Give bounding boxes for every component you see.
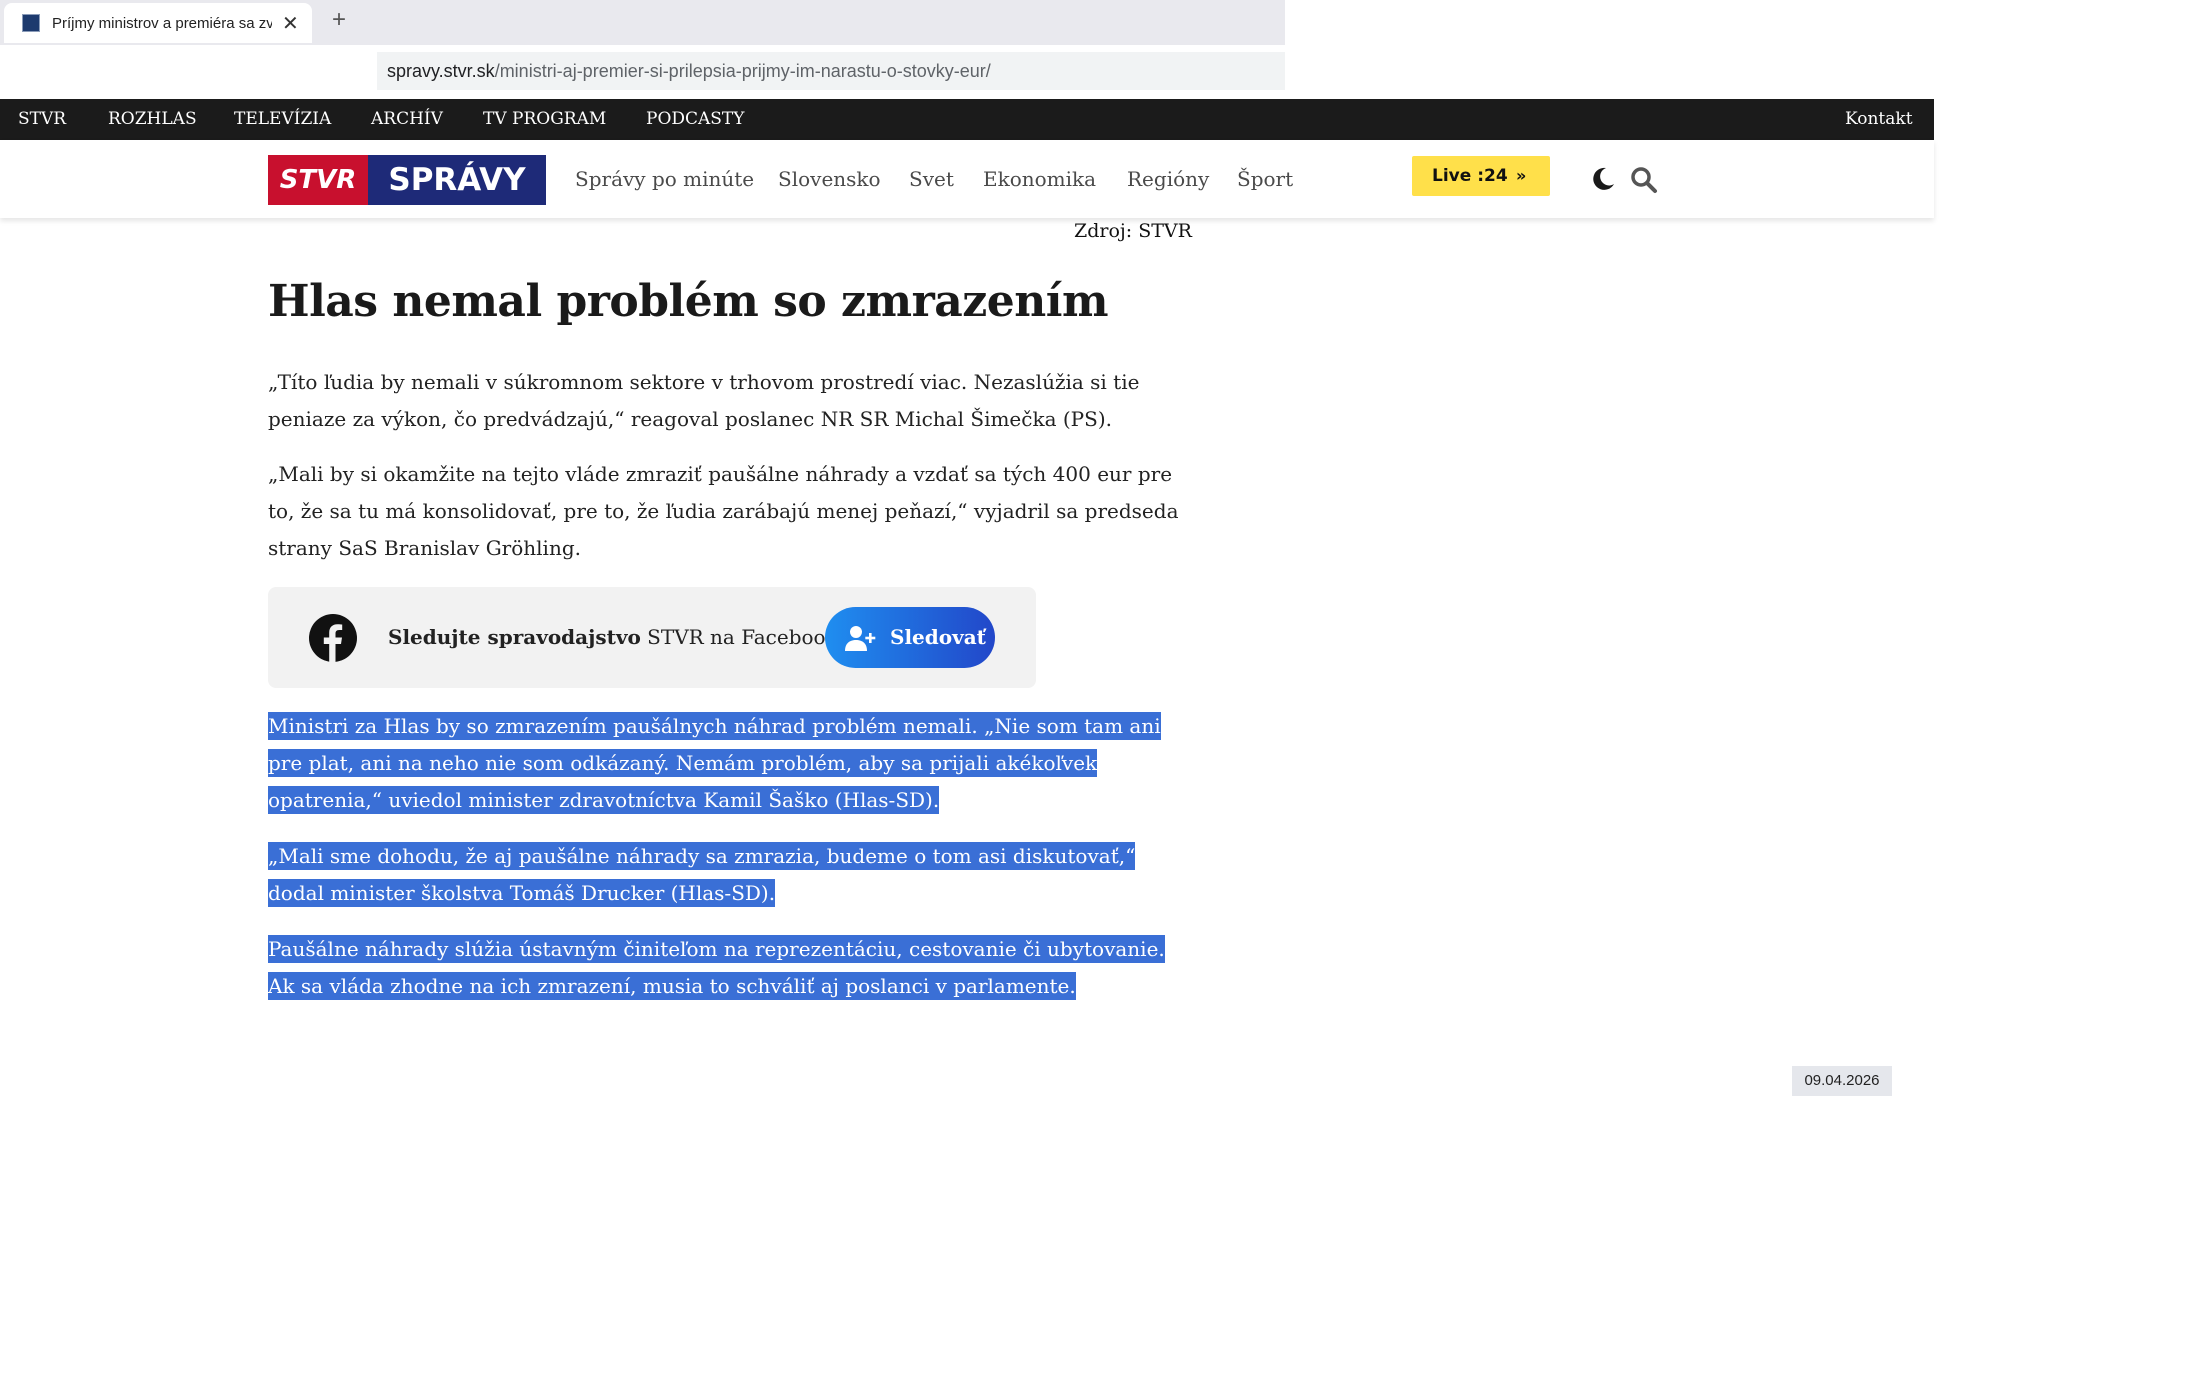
close-icon[interactable]: ✕ [282, 11, 299, 36]
topbar-item-archiv[interactable]: ARCHÍV [371, 99, 443, 140]
nav-regiony[interactable]: Regióny [1127, 140, 1209, 218]
tab-title: Príjmy ministrov a premiéra sa zvýšia [52, 14, 272, 32]
search-icon[interactable] [1630, 166, 1658, 194]
selected-text[interactable]: „Mali sme dohodu, že aj paušálne náhrady… [268, 842, 1136, 907]
selected-text[interactable]: Paušálne náhrady slúžia ústavným činiteľ… [268, 935, 1165, 1000]
topbar-item-tv-program[interactable]: TV PROGRAM [483, 99, 606, 140]
article-paragraph-selected: Paušálne náhrady slúžia ústavným činiteľ… [268, 931, 1188, 1005]
nav-spravy-po-minute[interactable]: Správy po minúte [575, 140, 754, 218]
facebook-follow-rest: STVR na Facebooku [640, 625, 851, 649]
url-host: spravy.stvr.sk [387, 61, 495, 81]
follow-label: Sledovať [890, 625, 986, 649]
nav-slovensko[interactable]: Slovensko [778, 140, 881, 218]
browser-tab-strip: Príjmy ministrov a premiéra sa zvýšia ✕ … [0, 0, 1285, 45]
image-source-caption: Zdroj: STVR [1074, 220, 1192, 242]
topbar-item-stvr[interactable]: STVR [18, 99, 66, 140]
add-user-icon [845, 626, 876, 651]
topbar-contact-link[interactable]: Kontakt [1845, 99, 1913, 140]
logo-stvr: STVR [268, 155, 368, 205]
facebook-icon [309, 614, 357, 662]
article-paragraph-selected: „Mali sme dohodu, že aj paušálne náhrady… [268, 838, 1188, 912]
url-path: /ministri-aj-premier-si-prilepsia-prijmy… [494, 61, 991, 81]
topbar-item-rozhlas[interactable]: ROZHLAS [108, 99, 197, 140]
article-paragraph: „Títo ľudia by nemali v súkromnom sektor… [268, 370, 1140, 431]
follow-button[interactable]: Sledovať [825, 607, 995, 668]
article-paragraph: „Mali by si okamžite na tejto vláde zmra… [268, 462, 1179, 560]
favicon-icon [22, 14, 40, 32]
double-chevron-icon: » [1516, 166, 1527, 185]
nav-sport[interactable]: Šport [1237, 140, 1293, 218]
taskbar-date: 09.04.2026 [1792, 1066, 1892, 1096]
facebook-follow-box: Sledujte spravodajstvo STVR na Facebooku… [268, 587, 1036, 688]
url-input[interactable]: spravy.stvr.sk/ministri-aj-premier-si-pr… [377, 52, 1285, 90]
logo-spravy: SPRÁVY [368, 155, 546, 205]
article-subheading: Hlas nemal problém so zmrazením [268, 276, 1109, 327]
moon-icon[interactable] [1588, 165, 1616, 193]
selected-text[interactable]: Ministri za Hlas by so zmrazením paušáln… [268, 712, 1161, 814]
topbar-item-podcasty[interactable]: PODCASTY [646, 99, 745, 140]
topbar-item-televizia[interactable]: TELEVÍZIA [234, 99, 331, 140]
address-bar-area: spravy.stvr.sk/ministri-aj-premier-si-pr… [0, 45, 1285, 95]
site-header: STVR SPRÁVY Správy po minúte Slovensko S… [0, 140, 1934, 218]
site-logo[interactable]: STVR SPRÁVY [268, 155, 546, 205]
article-paragraph-selected: Ministri za Hlas by so zmrazením paušáln… [268, 708, 1188, 819]
facebook-follow-bold: Sledujte spravodajstvo [388, 625, 641, 649]
live-24-button[interactable]: Live :24 » [1412, 156, 1550, 196]
facebook-follow-text: Sledujte spravodajstvo STVR na Facebooku [388, 587, 851, 688]
new-tab-button[interactable]: + [332, 6, 346, 34]
nav-ekonomika[interactable]: Ekonomika [983, 140, 1096, 218]
live-label: Live :24 [1432, 166, 1508, 186]
top-network-bar: STVR ROZHLAS TELEVÍZIA ARCHÍV TV PROGRAM… [0, 99, 1934, 140]
nav-svet[interactable]: Svet [909, 140, 954, 218]
browser-tab[interactable]: Príjmy ministrov a premiéra sa zvýšia ✕ [4, 3, 312, 43]
